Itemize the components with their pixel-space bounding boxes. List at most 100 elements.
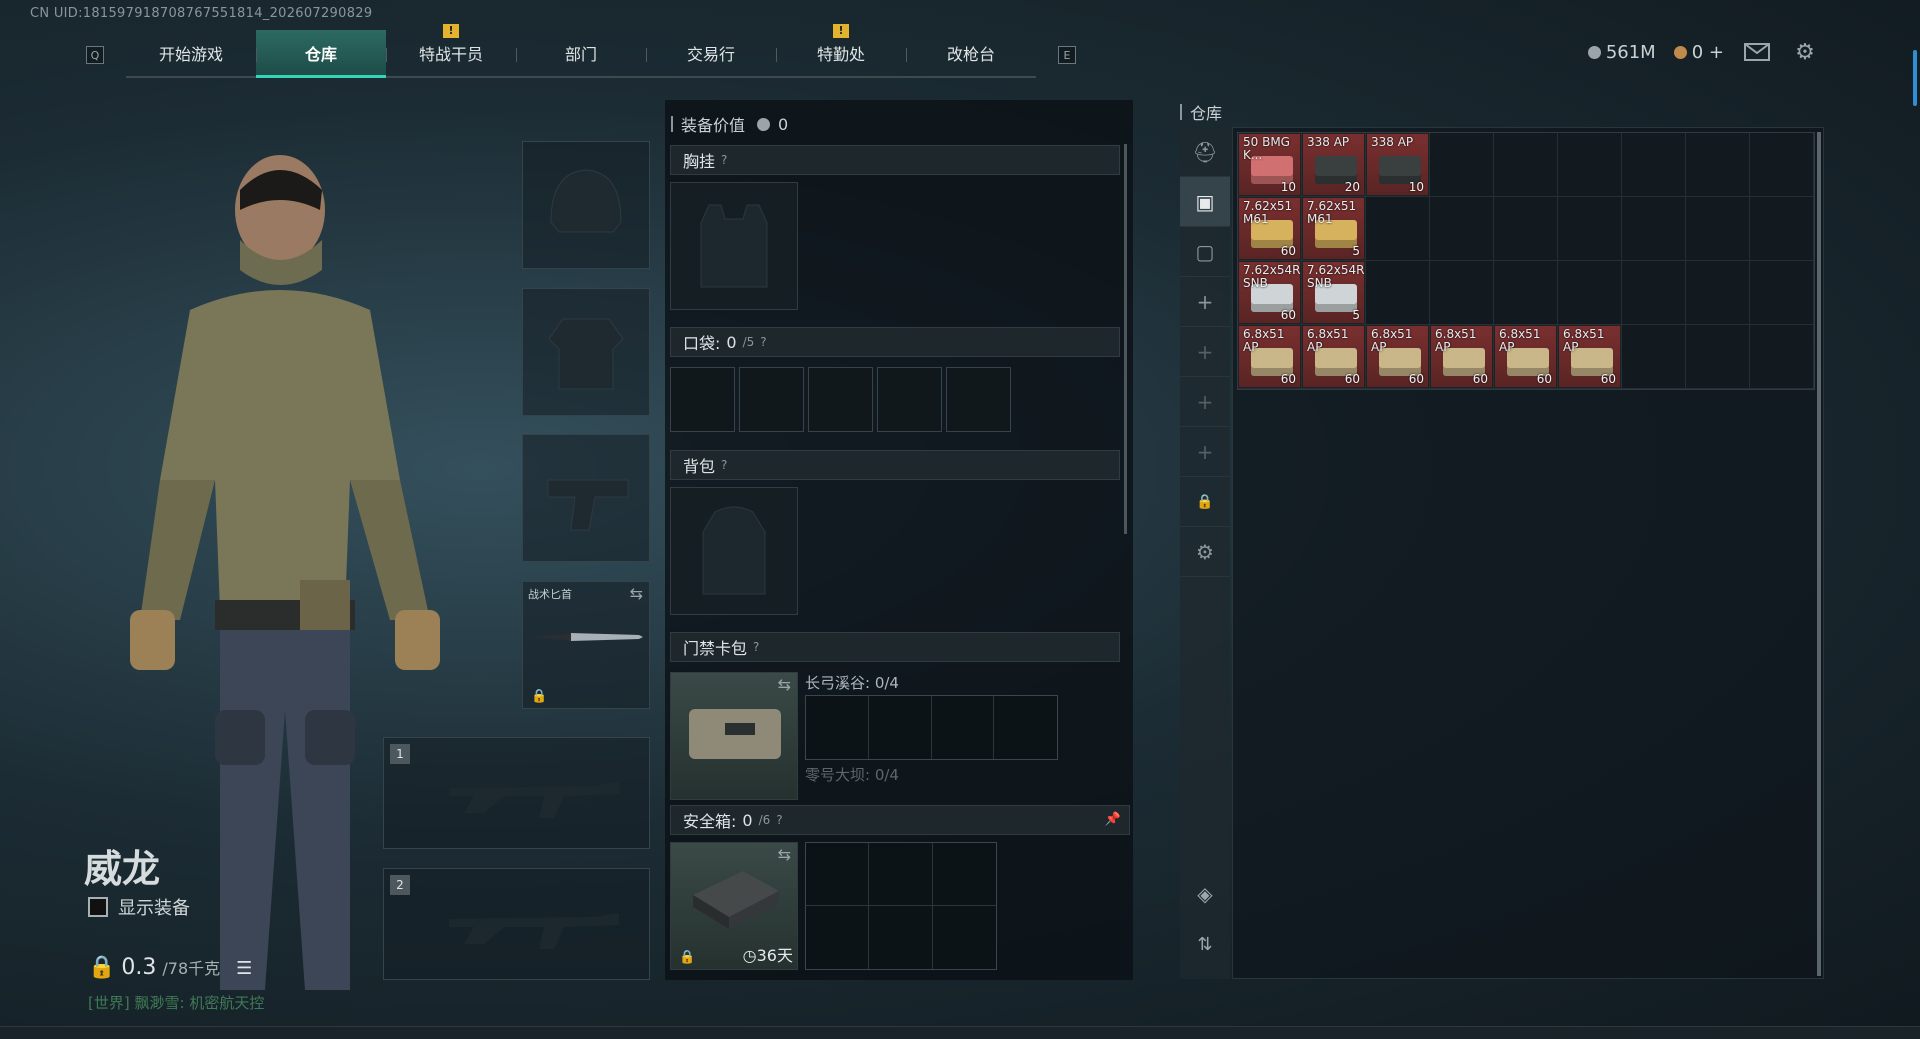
warehouse-cell[interactable]	[1494, 197, 1558, 261]
help-icon[interactable]: ?	[776, 813, 782, 827]
pocket-slot[interactable]	[808, 367, 873, 432]
armor-slot[interactable]	[522, 288, 650, 416]
pocket-slot[interactable]	[739, 367, 804, 432]
swap-icon[interactable]: ⇆	[778, 845, 791, 864]
ammo-item[interactable]: 338 AP 20	[1302, 133, 1365, 196]
gear-scrollbar[interactable]	[1124, 144, 1127, 534]
warehouse-cell[interactable]	[1622, 197, 1686, 261]
warehouse-cell[interactable]	[1494, 261, 1558, 325]
show-equipment-toggle[interactable]: 显示装备	[88, 894, 190, 920]
pistol-slot[interactable]	[522, 434, 650, 562]
backpack-slot[interactable]	[670, 487, 798, 615]
safebox-cell[interactable]	[933, 906, 996, 969]
pocket-slot[interactable]	[670, 367, 735, 432]
tab-warehouse[interactable]: 仓库	[256, 30, 386, 78]
lock-icon[interactable]: 🔒	[1180, 477, 1230, 527]
add-storage-icon[interactable]: +	[1180, 377, 1230, 427]
add-storage-icon[interactable]: +	[1180, 277, 1230, 327]
pocket-slot[interactable]	[877, 367, 942, 432]
warehouse-cell[interactable]	[1366, 197, 1430, 261]
secondary-weapon-slot[interactable]: 2	[383, 868, 650, 980]
melee-slot[interactable]: 战术匕首 ⇆ 🔒	[522, 581, 650, 709]
safebox-cell[interactable]	[932, 843, 996, 906]
help-icon[interactable]: ?	[721, 153, 727, 167]
storage-box-icon[interactable]: ▢	[1180, 227, 1230, 277]
chest-rig-slot[interactable]	[670, 182, 798, 310]
warehouse-cell[interactable]	[1750, 197, 1814, 261]
add-storage-icon[interactable]: +	[1180, 327, 1230, 377]
tab-operators[interactable]: 特战干员!	[386, 24, 516, 76]
warehouse-cell[interactable]	[1430, 261, 1494, 325]
safebox-cell[interactable]	[869, 906, 933, 969]
warehouse-cell[interactable]	[1622, 133, 1686, 197]
settings-gear-icon[interactable]: ⚙	[1790, 40, 1820, 65]
keycard-cell[interactable]	[806, 696, 869, 759]
nav-next-key[interactable]: E	[1058, 46, 1076, 64]
warehouse-cell[interactable]	[1558, 133, 1622, 197]
warehouse-cell[interactable]	[1430, 197, 1494, 261]
swap-icon[interactable]: ⇆	[630, 584, 643, 603]
safebox-cell[interactable]	[806, 906, 870, 969]
warehouse-cell[interactable]	[1750, 261, 1814, 325]
ammo-item[interactable]: 6.8x51 AP 60	[1494, 325, 1557, 388]
help-icon[interactable]: ?	[721, 458, 727, 472]
ammo-item[interactable]: 7.62x51 M61 5	[1302, 197, 1365, 260]
warehouse-cell[interactable]	[1366, 261, 1430, 325]
add-storage-icon[interactable]: +	[1180, 427, 1230, 477]
tab-departments[interactable]: 部门	[516, 30, 646, 76]
keycard-case-slot[interactable]: ⇆	[670, 672, 798, 800]
layers-icon[interactable]: ◈	[1180, 869, 1230, 919]
warehouse-cell[interactable]	[1686, 133, 1750, 197]
warehouse-cell[interactable]	[1622, 261, 1686, 325]
ammo-item[interactable]: 6.8x51 AP 60	[1302, 325, 1365, 388]
safebox-cell[interactable]	[806, 843, 870, 906]
keycard-grid[interactable]	[805, 695, 1058, 760]
safebox-grid[interactable]	[805, 842, 997, 970]
ammo-item[interactable]: 7.62x54R SNB 60	[1238, 261, 1301, 324]
helmet-filter-icon[interactable]: ⛑	[1180, 127, 1230, 177]
warehouse-cell[interactable]	[1430, 133, 1494, 197]
mail-icon[interactable]	[1742, 40, 1772, 64]
tab-trading[interactable]: 交易行	[646, 30, 776, 76]
warehouse-cell[interactable]	[1750, 325, 1814, 389]
ammo-item[interactable]: 7.62x54R SNB 5	[1302, 261, 1365, 324]
warehouse-cell[interactable]	[1558, 197, 1622, 261]
warehouse-cell[interactable]	[1558, 261, 1622, 325]
warehouse-cell[interactable]	[1686, 261, 1750, 325]
warehouse-cell[interactable]	[1622, 325, 1686, 389]
ammo-item[interactable]: 6.8x51 AP 60	[1238, 325, 1301, 388]
warehouse-scrollbar[interactable]	[1817, 132, 1821, 976]
keycard-cell[interactable]	[994, 696, 1057, 759]
storage-box-icon[interactable]: ▣	[1180, 177, 1230, 227]
helmet-slot[interactable]	[522, 141, 650, 269]
ammo-item[interactable]: 338 AP 10	[1366, 133, 1429, 196]
sort-icon[interactable]: ⇅	[1180, 919, 1230, 969]
warehouse-cell[interactable]	[1686, 325, 1750, 389]
pocket-slot[interactable]	[946, 367, 1011, 432]
ammo-item[interactable]: 6.8x51 AP 60	[1366, 325, 1429, 388]
tab-gunsmith[interactable]: 改枪台	[906, 30, 1036, 76]
world-chat[interactable]: [世界] 飘渺雪: 机密航天控	[88, 992, 264, 1013]
swap-icon[interactable]: ⇆	[778, 675, 791, 694]
list-icon[interactable]: ☰	[236, 958, 252, 979]
nav-prev-key[interactable]: Q	[86, 46, 104, 64]
page-scrollbar[interactable]	[1913, 50, 1917, 106]
pin-icon[interactable]: 📌	[1105, 812, 1121, 827]
add-currency-button[interactable]: +	[1709, 42, 1724, 63]
ammo-item[interactable]: 6.8x51 AP 60	[1430, 325, 1493, 388]
ammo-item[interactable]: 50 BMG K... 10	[1238, 133, 1301, 196]
primary-weapon-slot[interactable]: 1	[383, 737, 650, 849]
ammo-item[interactable]: 6.8x51 AP 60	[1558, 325, 1621, 388]
keycard-cell[interactable]	[932, 696, 995, 759]
warehouse-cell[interactable]	[1750, 133, 1814, 197]
safebox-cell[interactable]	[869, 843, 933, 906]
safebox-slot[interactable]: ⇆ 🔒 ◷36天	[670, 842, 798, 970]
warehouse-cell[interactable]	[1494, 133, 1558, 197]
warehouse-cell[interactable]	[1686, 197, 1750, 261]
ammo-item[interactable]: 7.62x51 M61 60	[1238, 197, 1301, 260]
keycard-cell[interactable]	[869, 696, 932, 759]
tab-start-game[interactable]: 开始游戏	[126, 30, 256, 76]
help-icon[interactable]: ?	[760, 335, 766, 349]
tab-special-ops[interactable]: 特勤处!	[776, 24, 906, 76]
help-icon[interactable]: ?	[753, 640, 759, 654]
